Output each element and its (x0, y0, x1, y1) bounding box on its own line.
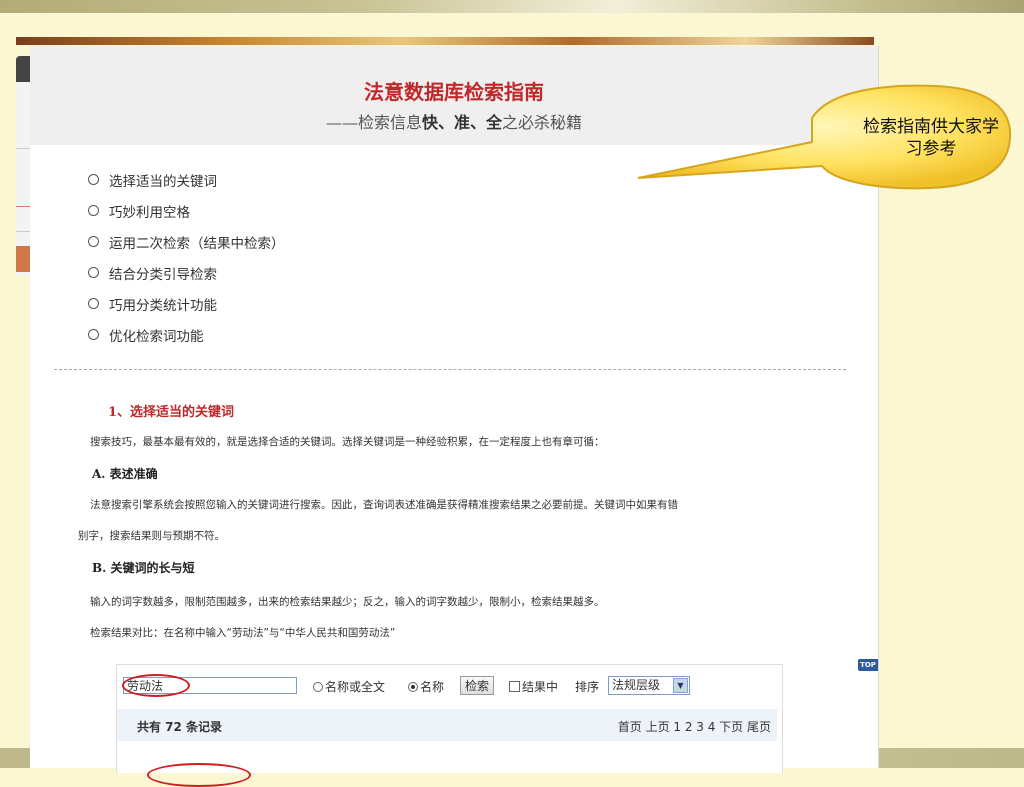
toc-item-label[interactable]: 优化检索词功能 (109, 325, 204, 345)
page-title: 法意数据库检索指南 (364, 80, 544, 104)
subtitle-bold: 快、准、全 (421, 113, 502, 132)
toc-item-label[interactable]: 运用二次检索（结果中检索） (109, 232, 285, 252)
highlight-oval (122, 674, 190, 697)
sort-label: 排序 (575, 680, 600, 694)
slide-top-strip (0, 0, 1024, 13)
highlight-oval-bottom (147, 763, 251, 787)
toc-item[interactable]: 运用二次检索（结果中检索） (88, 226, 285, 257)
circle-bullet-icon (88, 267, 99, 278)
toc-item[interactable]: 优化检索词功能 (88, 319, 285, 350)
circle-bullet-icon (88, 236, 99, 247)
toc-item-label[interactable]: 巧用分类统计功能 (109, 294, 217, 314)
search-example-screenshot: 劳动法 名称或全文 名称 检索 结果中 排序 法规层级 ▼ 共有 72 条记录 首… (116, 664, 783, 787)
section-heading: 1、选择适当的关键词 (108, 405, 235, 420)
toc-item[interactable]: 巧妙利用空格 (88, 195, 285, 226)
page-subtitle: ——检索信息快、准、全之必杀秘籍 (30, 109, 878, 133)
checkbox-icon[interactable] (509, 681, 520, 692)
subheading-b: B. 关键词的长与短 (92, 561, 195, 575)
callout-text: 检索指南供大家学习参考 (863, 117, 999, 159)
banner-image (16, 37, 874, 45)
dashed-divider (54, 369, 846, 370)
radio-name[interactable]: 名称 (408, 678, 444, 695)
in-results-label: 结果中 (522, 680, 559, 694)
toc-item-label[interactable]: 选择适当的关键词 (109, 170, 217, 190)
toc-item[interactable]: 巧用分类统计功能 (88, 288, 285, 319)
paragraph-a-line1: 法意搜索引擎系统会按照您输入的关键词进行搜索。因此，查询词表述准确是获得精准搜索… (90, 499, 678, 511)
table-of-contents: 选择适当的关键词 巧妙利用空格 运用二次检索（结果中检索） 结合分类引导检索 巧… (88, 164, 285, 350)
toc-item[interactable]: 选择适当的关键词 (88, 164, 285, 195)
toc-item[interactable]: 结合分类引导检索 (88, 257, 285, 288)
chevron-down-icon[interactable]: ▼ (673, 678, 688, 693)
pagination[interactable]: 首页 上页 1 2 3 4 下页 尾页 (618, 718, 771, 735)
subheading-a: A. 表述准确 (92, 467, 158, 481)
guide-header: 法意数据库检索指南 ——检索信息快、准、全之必杀秘籍 (30, 46, 878, 145)
result-summary-bar: 共有 72 条记录 首页 上页 1 2 3 4 下页 尾页 (117, 709, 777, 741)
paragraph-a-line2: 别字，搜索结果则与预期不符。 (78, 530, 225, 542)
radio-fulltext[interactable]: 名称或全文 (313, 678, 385, 695)
search-button[interactable]: 检索 (460, 676, 495, 695)
circle-bullet-icon (88, 329, 99, 340)
subtitle-prefix: ——检索信息 (325, 113, 422, 132)
circle-bullet-icon (88, 298, 99, 309)
guide-page: 法意数据库检索指南 ——检索信息快、准、全之必杀秘籍 选择适当的关键词 巧妙利用… (30, 46, 879, 768)
sort-select-value: 法规层级 (612, 678, 661, 692)
back-to-top-button[interactable]: TOP (858, 659, 878, 671)
circle-bullet-icon (88, 174, 99, 185)
comparison-caption: 检索结果对比：在名称中输入“劳动法”与“中华人民共和国劳动法” (90, 627, 396, 639)
toc-item-label[interactable]: 结合分类引导检索 (109, 263, 217, 283)
toc-item-label[interactable]: 巧妙利用空格 (109, 201, 190, 221)
circle-bullet-icon (88, 205, 99, 216)
in-results-checkbox[interactable]: 结果中 (509, 678, 558, 695)
subtitle-suffix: 之必杀秘籍 (502, 113, 583, 132)
section-intro: 搜索技巧，最基本最有效的，就是选择合适的关键词。选择关键词是一种经验积累，在一定… (90, 436, 605, 448)
paragraph-b: 输入的词字数越多，限制范围越多，出来的检索结果越少；反之，输入的词字数越少，限制… (90, 596, 605, 608)
radio-name-label: 名称 (420, 680, 445, 694)
radio-fulltext-label: 名称或全文 (325, 680, 386, 694)
search-bar: 劳动法 名称或全文 名称 检索 结果中 排序 法规层级 ▼ (117, 673, 782, 699)
radio-icon[interactable] (313, 682, 323, 692)
result-count: 共有 72 条记录 (137, 720, 223, 734)
sort-select[interactable]: 法规层级 ▼ (608, 676, 690, 695)
radio-selected-icon[interactable] (408, 682, 418, 692)
